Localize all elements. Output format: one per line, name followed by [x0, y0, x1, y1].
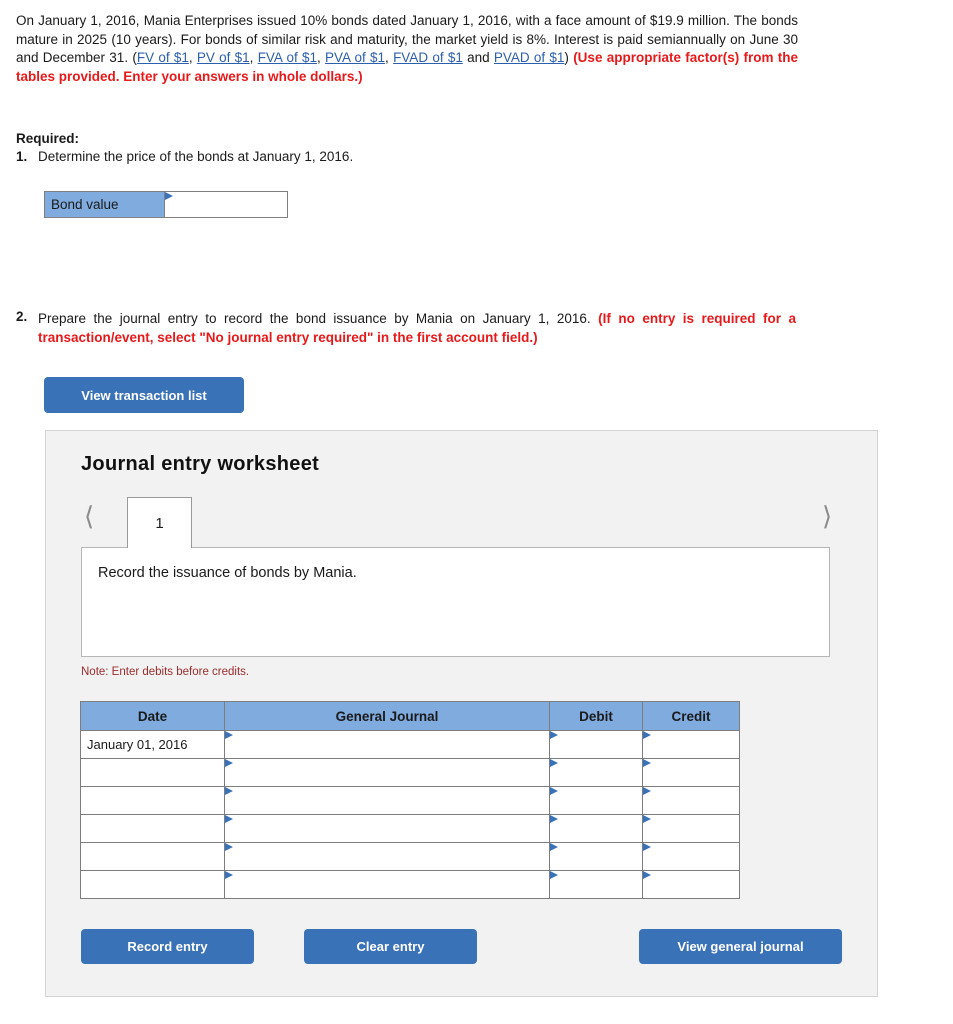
cell-debit[interactable] — [549, 842, 643, 871]
cell-marker-triangle-icon — [643, 731, 651, 739]
column-header-date: Date — [80, 701, 225, 731]
cell-marker-triangle-icon — [225, 815, 233, 823]
cell-credit[interactable] — [642, 758, 740, 787]
cell-date[interactable] — [80, 842, 225, 871]
requirement-1-number: 1. — [16, 149, 28, 164]
separator: , — [385, 50, 394, 66]
link-fva-of-1[interactable]: FVA of $1 — [258, 50, 317, 65]
cell-debit[interactable] — [549, 758, 643, 787]
journal-table-body: January 01, 2016 — [80, 730, 740, 899]
cell-marker-triangle-icon — [225, 731, 233, 739]
cell-date[interactable]: January 01, 2016 — [80, 730, 225, 759]
cell-debit[interactable] — [549, 730, 643, 759]
column-header-debit: Debit — [549, 701, 643, 731]
cell-marker-triangle-icon — [643, 787, 651, 795]
separator: , — [188, 50, 197, 66]
column-header-credit: Credit — [642, 701, 740, 731]
cell-debit[interactable] — [549, 814, 643, 843]
close-paren: ) — [564, 50, 569, 66]
cell-general-journal[interactable] — [224, 814, 550, 843]
link-pva-of-1[interactable]: PVA of $1 — [325, 50, 385, 65]
table-row — [80, 870, 740, 899]
cell-general-journal[interactable] — [224, 730, 550, 759]
cell-marker-triangle-icon — [165, 192, 173, 200]
cell-credit[interactable] — [642, 730, 740, 759]
transaction-description-text: Record the issuance of bonds by Mania. — [98, 565, 357, 581]
cell-marker-triangle-icon — [550, 871, 558, 879]
link-pvad-of-1[interactable]: PVAD of $1 — [494, 50, 565, 65]
table-row — [80, 814, 740, 843]
worksheet-title: Journal entry worksheet — [81, 453, 320, 475]
chevron-left-icon[interactable]: ⟨ — [84, 503, 94, 529]
requirement-2-text: Prepare the journal entry to record the … — [38, 309, 796, 347]
requirement-1-text: Determine the price of the bonds at Janu… — [38, 149, 354, 164]
cell-marker-triangle-icon — [225, 871, 233, 879]
cell-marker-triangle-icon — [643, 815, 651, 823]
cell-general-journal[interactable] — [224, 870, 550, 899]
cell-debit[interactable] — [549, 786, 643, 815]
worksheet-tab-1[interactable]: 1 — [127, 497, 192, 548]
link-pv-of-1[interactable]: PV of $1 — [197, 50, 250, 65]
link-fv-of-1[interactable]: FV of $1 — [137, 50, 189, 65]
cell-date[interactable] — [80, 870, 225, 899]
bond-value-input[interactable] — [165, 192, 287, 217]
cell-marker-triangle-icon — [550, 787, 558, 795]
bond-value-label: Bond value — [45, 192, 165, 217]
cell-marker-triangle-icon — [550, 815, 558, 823]
cell-date[interactable] — [80, 814, 225, 843]
separator: , — [249, 50, 258, 66]
cell-marker-triangle-icon — [643, 871, 651, 879]
chevron-right-icon[interactable]: ⟩ — [822, 503, 832, 529]
cell-general-journal[interactable] — [224, 842, 550, 871]
cell-general-journal[interactable] — [224, 758, 550, 787]
table-header-row: Date General Journal Debit Credit — [80, 701, 740, 731]
cell-credit[interactable] — [642, 814, 740, 843]
required-heading: Required: — [16, 131, 80, 146]
cell-general-journal[interactable] — [224, 786, 550, 815]
table-row — [80, 758, 740, 787]
cell-credit[interactable] — [642, 786, 740, 815]
cell-marker-triangle-icon — [225, 843, 233, 851]
cell-marker-triangle-icon — [550, 759, 558, 767]
cell-debit[interactable] — [549, 870, 643, 899]
separator: , — [316, 50, 325, 66]
requirement-2-number: 2. — [16, 309, 28, 324]
cell-marker-triangle-icon — [225, 759, 233, 767]
cell-marker-triangle-icon — [550, 731, 558, 739]
cell-marker-triangle-icon — [225, 787, 233, 795]
table-row: January 01, 2016 — [80, 730, 740, 759]
debits-before-credits-note: Note: Enter debits before credits. — [81, 666, 250, 678]
record-entry-button[interactable]: Record entry — [81, 929, 254, 964]
cell-marker-triangle-icon — [643, 843, 651, 851]
journal-entry-table: Date General Journal Debit Credit Januar… — [80, 701, 740, 899]
problem-statement: On January 1, 2016, Mania Enterprises is… — [16, 12, 798, 86]
column-header-general-journal: General Journal — [224, 701, 550, 731]
transaction-description-box: Record the issuance of bonds by Mania. — [81, 547, 830, 657]
cell-marker-triangle-icon — [643, 759, 651, 767]
table-row — [80, 786, 740, 815]
view-transaction-list-button[interactable]: View transaction list — [44, 377, 244, 413]
table-row — [80, 842, 740, 871]
bond-value-row: Bond value — [44, 191, 288, 218]
cell-date[interactable] — [80, 786, 225, 815]
clear-entry-button[interactable]: Clear entry — [304, 929, 477, 964]
separator: and — [462, 50, 494, 66]
link-fvad-of-1[interactable]: FVAD of $1 — [393, 50, 463, 65]
view-general-journal-button[interactable]: View general journal — [639, 929, 842, 964]
cell-date[interactable] — [80, 758, 225, 787]
requirement-2-main: Prepare the journal entry to record the … — [38, 311, 599, 326]
journal-entry-worksheet-panel: Journal entry worksheet ⟨ ⟩ 1 Record the… — [45, 430, 878, 997]
cell-credit[interactable] — [642, 842, 740, 871]
cell-marker-triangle-icon — [550, 843, 558, 851]
cell-credit[interactable] — [642, 870, 740, 899]
